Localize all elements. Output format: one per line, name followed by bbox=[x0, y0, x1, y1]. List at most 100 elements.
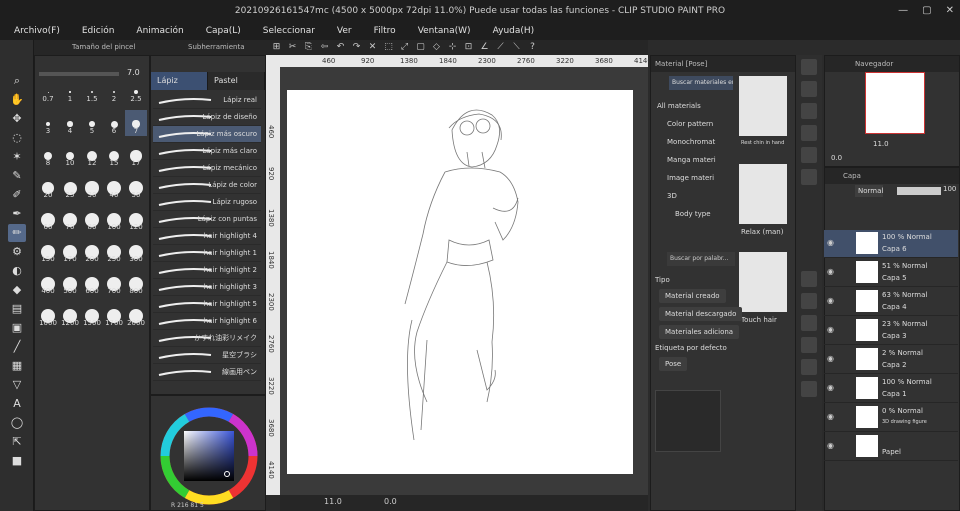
zoom-value[interactable]: 11.0 bbox=[324, 497, 342, 506]
pen-icon[interactable]: ✐ bbox=[8, 186, 26, 204]
panel-toggle-icon[interactable] bbox=[801, 315, 817, 331]
tab-pastel[interactable]: Pastel bbox=[208, 72, 265, 90]
subtool-item[interactable]: Lápiz de diseño bbox=[153, 109, 261, 126]
eye-icon[interactable]: ◉ bbox=[827, 325, 834, 334]
material-tree-item[interactable]: Image materi bbox=[667, 174, 714, 182]
frame-icon[interactable]: ▦ bbox=[8, 357, 26, 375]
brush-size-option[interactable]: 80 bbox=[81, 206, 103, 232]
line-icon[interactable]: ╱ bbox=[8, 338, 26, 356]
color-icon[interactable]: ■ bbox=[8, 452, 26, 470]
panel-toggle-icon[interactable] bbox=[801, 169, 817, 185]
hand-icon[interactable]: ✋ bbox=[8, 91, 26, 109]
move-icon[interactable]: ✥ bbox=[8, 110, 26, 128]
navigator-angle[interactable]: 0.0 bbox=[831, 154, 842, 162]
subtool-item[interactable]: hair highlight 4 bbox=[153, 228, 261, 245]
material-downloaded-button[interactable]: Material descargado bbox=[659, 307, 743, 321]
subtool-item[interactable]: Lápiz mecánico bbox=[153, 160, 261, 177]
canvas-paper[interactable] bbox=[287, 90, 633, 474]
subtool-item[interactable]: Lápiz con puntas bbox=[153, 211, 261, 228]
tab-lapiz[interactable]: Lápiz bbox=[151, 72, 208, 90]
toolbar-icon[interactable]: ⟋ bbox=[494, 41, 507, 54]
subtool-item[interactable]: Lápiz más claro bbox=[153, 143, 261, 160]
eye-icon[interactable]: ◉ bbox=[827, 267, 834, 276]
zoom-icon[interactable]: ⌕ bbox=[8, 72, 26, 90]
panel-toggle-icon[interactable] bbox=[801, 103, 817, 119]
material-search-input[interactable]: Buscar materiales en ... bbox=[669, 76, 733, 90]
brush-size-option[interactable]: 1000 bbox=[37, 302, 59, 328]
layer-row[interactable]: ◉ 2 % Normal Capa 2 bbox=[824, 346, 958, 374]
navigator-preview[interactable] bbox=[865, 72, 925, 134]
close-button[interactable]: ✕ bbox=[946, 0, 954, 22]
brush-size-option[interactable]: 2 bbox=[103, 78, 125, 104]
layer-row[interactable]: ◉ 63 % Normal Capa 4 bbox=[824, 288, 958, 316]
eye-icon[interactable]: ◉ bbox=[827, 383, 834, 392]
subtool-item[interactable]: Lápiz real bbox=[153, 92, 261, 109]
brush-size-option[interactable]: 6 bbox=[103, 110, 125, 136]
toolbar-icon[interactable]: ↶ bbox=[334, 41, 347, 54]
pose-thumbnail[interactable] bbox=[739, 76, 787, 136]
eye-icon[interactable]: ◉ bbox=[827, 441, 834, 450]
navigator-zoom[interactable]: 11.0 bbox=[873, 140, 889, 148]
subtool-item[interactable]: 星空ブラシ bbox=[153, 347, 261, 364]
material-tree-item[interactable]: 3D bbox=[667, 192, 677, 200]
blend-mode-select[interactable]: Normal bbox=[855, 185, 883, 197]
toolbar-icon[interactable]: ⤢ bbox=[398, 41, 411, 54]
brush-size-slider[interactable] bbox=[39, 72, 119, 76]
toolbar-icon[interactable]: ⎘ bbox=[302, 41, 315, 54]
brush-size-option[interactable]: 10 bbox=[59, 142, 81, 168]
subtool-item[interactable]: Lápiz más oscuro bbox=[153, 126, 261, 143]
lasso-icon[interactable]: ◌ bbox=[8, 129, 26, 147]
keyword-search-input[interactable]: Buscar por palabr... bbox=[667, 252, 735, 266]
brush-size-option[interactable]: 300 bbox=[125, 238, 147, 264]
brush-size-option[interactable]: 100 bbox=[103, 206, 125, 232]
brush-size-option[interactable]: 7 bbox=[125, 110, 147, 136]
menu-item[interactable]: Ayuda(H) bbox=[479, 22, 543, 40]
brush-size-option[interactable]: 20 bbox=[37, 174, 59, 200]
subtool-item[interactable]: Lápiz rugoso bbox=[153, 194, 261, 211]
minimize-button[interactable]: — bbox=[898, 0, 908, 22]
brush-size-option[interactable]: 150 bbox=[37, 238, 59, 264]
toolbar-icon[interactable]: ? bbox=[526, 41, 539, 54]
brush-size-option[interactable]: 4 bbox=[59, 110, 81, 136]
menu-item[interactable]: Animación bbox=[122, 22, 191, 40]
brush-size-option[interactable]: 70 bbox=[59, 206, 81, 232]
pose-tag-button[interactable]: Pose bbox=[659, 357, 688, 371]
airbrush-icon[interactable]: ⚙ bbox=[8, 243, 26, 261]
brush-size-option[interactable]: 40 bbox=[103, 174, 125, 200]
layer-row[interactable]: ◉ 0 % Normal 3D drawing figure bbox=[824, 404, 958, 432]
panel-toggle-icon[interactable] bbox=[801, 125, 817, 141]
brush-size-option[interactable]: 2.5 bbox=[125, 78, 147, 104]
brush-size-option[interactable]: 700 bbox=[103, 270, 125, 296]
panel-toggle-icon[interactable] bbox=[801, 359, 817, 375]
toolbar-icon[interactable]: ∠ bbox=[478, 41, 491, 54]
fill-icon[interactable]: ▤ bbox=[8, 300, 26, 318]
material-tree-item[interactable]: Manga materi bbox=[667, 156, 716, 164]
brush-size-option[interactable]: 5 bbox=[81, 110, 103, 136]
brush-size-option[interactable]: 1200 bbox=[59, 302, 81, 328]
menu-item[interactable]: Filtro bbox=[360, 22, 404, 40]
brush-size-option[interactable]: 3 bbox=[37, 110, 59, 136]
brush-size-option[interactable]: 2000 bbox=[125, 302, 147, 328]
subtool-item[interactable]: かすれ油彩リメイク bbox=[153, 330, 261, 347]
toolbar-icon[interactable]: ⊞ bbox=[270, 41, 283, 54]
menu-item[interactable]: Ventana(W) bbox=[404, 22, 479, 40]
toolbar-icon[interactable]: ⇦ bbox=[318, 41, 331, 54]
brush-icon[interactable]: ✏ bbox=[8, 224, 26, 242]
brush-size-option[interactable]: 50 bbox=[125, 174, 147, 200]
blend-icon[interactable]: ◐ bbox=[8, 262, 26, 280]
balloon-icon[interactable]: ◯ bbox=[8, 414, 26, 432]
toolbar-icon[interactable]: ⟍ bbox=[510, 41, 523, 54]
menu-item[interactable]: Edición bbox=[68, 22, 123, 40]
toolbar-icon[interactable]: ⊡ bbox=[462, 41, 475, 54]
brush-size-option[interactable]: 1500 bbox=[81, 302, 103, 328]
material-tree-item[interactable]: Body type bbox=[675, 210, 711, 218]
brush-size-option[interactable]: 500 bbox=[59, 270, 81, 296]
magic-wand-icon[interactable]: ✶ bbox=[8, 148, 26, 166]
brush-size-option[interactable]: 1.5 bbox=[81, 78, 103, 104]
layer-row[interactable]: ◉ 51 % Normal Capa 5 bbox=[824, 259, 958, 287]
brush-size-option[interactable]: 800 bbox=[125, 270, 147, 296]
menu-item[interactable]: Seleccionar bbox=[249, 22, 323, 40]
color-wheel[interactable] bbox=[159, 406, 259, 506]
subtool-item[interactable]: hair highlight 6 bbox=[153, 313, 261, 330]
brush-size-option[interactable]: 17 bbox=[125, 142, 147, 168]
